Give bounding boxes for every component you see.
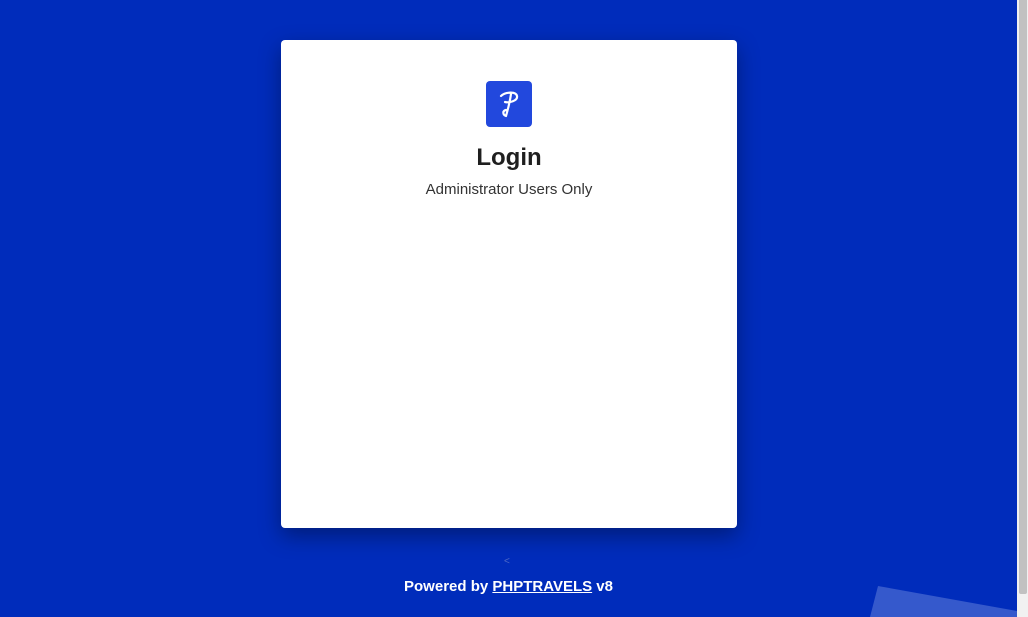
login-card: Login Administrator Users Only bbox=[281, 40, 737, 528]
login-title: Login bbox=[476, 144, 542, 171]
phptravels-logo-icon bbox=[486, 81, 532, 127]
page-background: Login Administrator Users Only < Powered… bbox=[0, 0, 1017, 617]
back-chevron-icon[interactable]: < bbox=[504, 556, 510, 567]
scrollbar-thumb[interactable] bbox=[1019, 0, 1027, 594]
powered-by-text: Powered by bbox=[404, 578, 489, 595]
phptravels-link[interactable]: PHPTRAVELS bbox=[492, 578, 592, 595]
footer: Powered by PHPTRAVELS v8 bbox=[0, 578, 1017, 595]
vertical-scrollbar[interactable] bbox=[1017, 0, 1028, 617]
version-text: v8 bbox=[596, 578, 613, 595]
login-subtitle: Administrator Users Only bbox=[425, 181, 593, 198]
